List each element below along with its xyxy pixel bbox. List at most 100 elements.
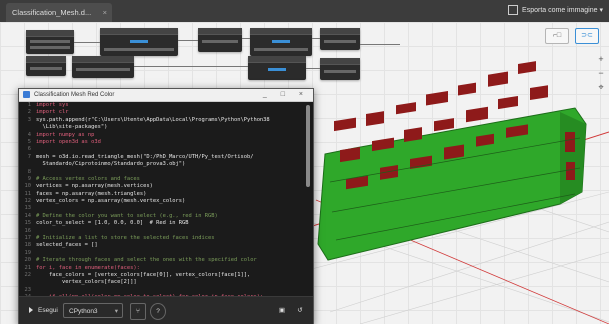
line-number: 19: [24, 249, 32, 256]
code-text: \Lib\site-packages"): [36, 124, 108, 131]
line-number: 10: [24, 183, 32, 190]
code-text: Standardo/Ciprotoinmo/Standardo_prova3.o…: [36, 161, 186, 168]
code-line: 16: [19, 228, 313, 235]
chevron-down-icon: ▾: [599, 7, 603, 14]
run-button[interactable]: Esegui: [29, 303, 58, 318]
code-line: 19: [19, 250, 313, 257]
code-line: 21 for i, face in enumerate(faces):: [19, 265, 313, 272]
line-number: 23: [24, 286, 32, 293]
code-text: import numpy as np: [36, 131, 95, 138]
code-text: # Define the color you want to select (e…: [36, 212, 218, 219]
line-number: 6: [27, 146, 31, 153]
code-text: face_colors = [vertex_colors[face[0]], v…: [36, 271, 251, 278]
line-number: 2: [27, 109, 31, 116]
code-text: vertices = np.asarray(mesh.vertices): [36, 183, 153, 190]
line-number: 17: [24, 235, 32, 242]
code-line: 14 # Define the color you want to select …: [19, 213, 313, 220]
export-image-button[interactable]: Esporta come immagine ▾: [508, 5, 603, 17]
code-line: 7 mesh = o3d.io.read_triangle_mesh("D:/Ph…: [19, 154, 313, 161]
graph-node[interactable]: [198, 28, 242, 52]
code-text: import sys: [36, 102, 69, 108]
graph-node[interactable]: [248, 56, 306, 80]
close-tab-icon[interactable]: ×: [103, 3, 107, 22]
editor-title-bar[interactable]: Classification Mesh Red Color _ □ ×: [19, 89, 313, 102]
code-line: 13: [19, 205, 313, 212]
line-number: 4: [27, 131, 31, 138]
code-line: vertex_colors[face[2]]]: [19, 279, 313, 286]
line-number: 1: [27, 102, 31, 108]
code-line: 9 # Access vertex colors and faces: [19, 176, 313, 183]
code-line: \Lib\site-packages"): [19, 124, 313, 131]
code-line: 17 # Initialize a list to store the selec…: [19, 235, 313, 242]
python-script-editor: Classification Mesh Red Color _ □ × 1 imp…: [18, 88, 314, 324]
line-number: 14: [24, 212, 32, 219]
save-icon[interactable]: ▣: [275, 303, 289, 318]
graph-node[interactable]: [26, 56, 66, 76]
line-number: 15: [24, 220, 32, 227]
python-icon: [23, 90, 30, 98]
line-number: 12: [24, 198, 32, 205]
graph-node[interactable]: [26, 30, 74, 54]
code-text: vertex_colors = np.asarray(mesh.vertex_c…: [36, 198, 186, 205]
graph-node[interactable]: [320, 28, 360, 50]
top-bar: Classification_Mesh.d... × Esporta come …: [0, 0, 609, 22]
code-line: 8: [19, 169, 313, 176]
code-line: 11 faces = np.asarray(mesh.triangles): [19, 191, 313, 198]
code-line: 18 selected_faces = []: [19, 242, 313, 249]
play-icon: [29, 307, 33, 314]
line-number: 7: [27, 153, 31, 160]
node-wire: [306, 68, 320, 69]
graph-node[interactable]: [320, 58, 360, 80]
graph-canvas[interactable]: ⌐□ ⊃⊂ + − ⌖ Classification Mesh Red Colo…: [0, 22, 609, 324]
line-number: 8: [27, 168, 31, 175]
graph-node[interactable]: [250, 28, 312, 56]
file-tab-label: Classification_Mesh.d...: [12, 8, 92, 17]
zoom-fit-icon[interactable]: ⌖: [595, 80, 607, 94]
run-label: Esegui: [38, 307, 58, 314]
node-wire: [178, 40, 198, 41]
zoom-out-icon[interactable]: −: [595, 66, 607, 80]
node-wire: [312, 38, 320, 39]
line-number: 5: [27, 138, 31, 145]
language-value: CPython3: [69, 308, 98, 315]
graph-node[interactable]: [72, 56, 134, 78]
code-line: 6: [19, 146, 313, 153]
code-text: import clr: [36, 109, 69, 116]
model-view-button[interactable]: ⊃⊂: [575, 28, 599, 44]
code-line: 10 vertices = np.asarray(mesh.vertices): [19, 183, 313, 190]
code-text: # Iterate through faces and select the o…: [36, 257, 257, 264]
branch-icon[interactable]: ⑂: [130, 303, 146, 320]
code-text: faces = np.asarray(mesh.triangles): [36, 190, 147, 197]
line-number: 20: [24, 257, 32, 264]
code-scrollbar[interactable]: [306, 105, 310, 187]
line-number: 22: [24, 271, 32, 278]
code-line: 15 color_to_select = [1.0, 0.0, 0.0] # Re…: [19, 220, 313, 227]
line-number: 3: [27, 116, 31, 123]
code-text: sys.path.append(r"C:\Users\Utente\AppDat…: [36, 116, 270, 123]
code-line: 2 import clr: [19, 109, 313, 116]
export-label: Esporta come immagine: [522, 7, 598, 14]
file-tab[interactable]: Classification_Mesh.d... ×: [6, 3, 112, 22]
view-toggle: ⌐□ ⊃⊂: [545, 28, 603, 44]
code-line: 20 # Iterate through faces and select the…: [19, 257, 313, 264]
node-wire: [134, 66, 248, 67]
window-controls[interactable]: _ □ ×: [263, 89, 309, 101]
line-number: 9: [27, 175, 31, 182]
node-wire: [360, 44, 400, 45]
code-area[interactable]: 1 import sys 2 import clr 3 sys.path.append(r…: [19, 102, 313, 296]
dynamo-app: Classification_Mesh.d... × Esporta come …: [0, 0, 609, 324]
code-text: for i, face in enumerate(faces):: [36, 264, 140, 271]
help-icon[interactable]: ?: [150, 303, 166, 320]
code-line: 23: [19, 287, 313, 294]
code-text: import open3d as o3d: [36, 138, 101, 145]
node-wire: [74, 42, 100, 43]
mesh-side: [560, 112, 586, 204]
graph-node[interactable]: [100, 28, 178, 56]
language-select[interactable]: CPython3 ▾: [63, 303, 123, 318]
editor-title: Classification Mesh Red Color: [34, 92, 115, 98]
graph-view-button[interactable]: ⌐□: [545, 28, 569, 44]
code-text: color_to_select = [1.0, 0.0, 0.0] # Red …: [36, 220, 189, 227]
zoom-in-icon[interactable]: +: [595, 52, 607, 66]
undo-icon[interactable]: ↺: [293, 303, 307, 318]
image-icon: [508, 5, 519, 16]
